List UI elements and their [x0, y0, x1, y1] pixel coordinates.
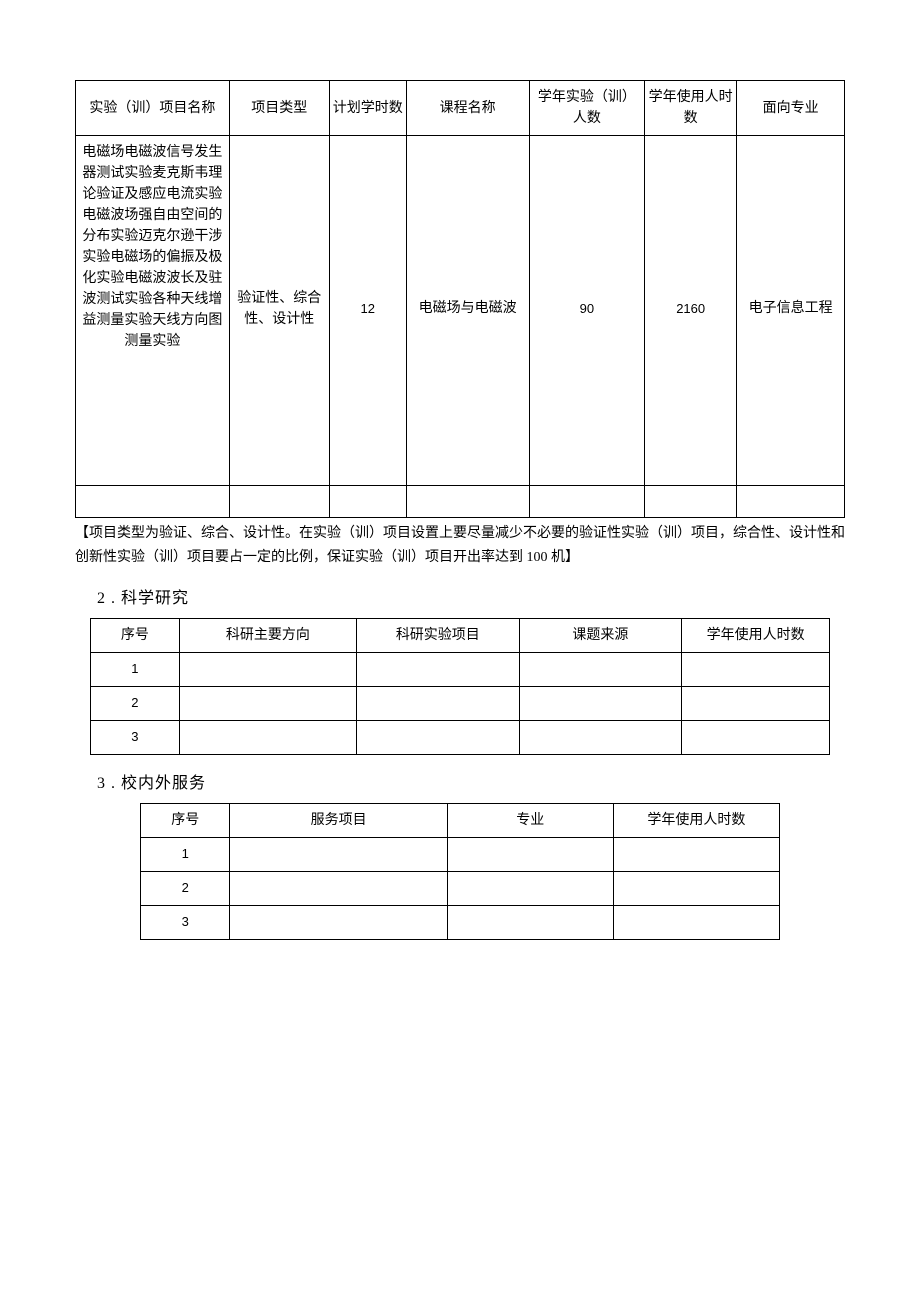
- cell-seq: 2: [141, 871, 230, 905]
- section-title-research: 2 . 科学研究: [97, 584, 845, 608]
- empty-cell: [447, 871, 613, 905]
- col-type: 项目类型: [229, 81, 329, 136]
- research-table: 序号 科研主要方向 科研实验项目 课题来源 学年使用人时数 1 2 3: [90, 618, 830, 755]
- empty-cell: [519, 652, 682, 686]
- empty-cell: [179, 686, 356, 720]
- table-empty-row: [76, 486, 845, 518]
- col-service: 服务项目: [230, 803, 447, 837]
- empty-cell: [613, 905, 779, 939]
- col-seq: 序号: [141, 803, 230, 837]
- col-exp-name: 实验（训）项目名称: [76, 81, 230, 136]
- cell-seq: 3: [141, 905, 230, 939]
- empty-cell: [447, 837, 613, 871]
- col-hours: 计划学时数: [329, 81, 406, 136]
- experiment-table: 实验（训）项目名称 项目类型 计划学时数 课程名称 学年实验（训）人数 学年使用…: [75, 80, 845, 518]
- empty-cell: [230, 905, 447, 939]
- empty-cell: [529, 486, 644, 518]
- cell-type: 验证性、综合性、设计性: [229, 136, 329, 486]
- empty-cell: [682, 720, 830, 754]
- cell-seq: 1: [91, 652, 180, 686]
- empty-cell: [682, 686, 830, 720]
- empty-cell: [613, 871, 779, 905]
- col-project: 科研实验项目: [357, 618, 520, 652]
- empty-cell: [645, 486, 737, 518]
- empty-cell: [230, 871, 447, 905]
- empty-cell: [230, 837, 447, 871]
- table-row: 3: [91, 720, 830, 754]
- cell-seq: 3: [91, 720, 180, 754]
- cell-seq: 1: [141, 837, 230, 871]
- table-row: 1: [91, 652, 830, 686]
- col-major: 专业: [447, 803, 613, 837]
- table-row: 2: [141, 871, 780, 905]
- table-header-row: 序号 科研主要方向 科研实验项目 课题来源 学年使用人时数: [91, 618, 830, 652]
- cell-exp-name: 电磁场电磁波信号发生器测试实验麦克斯韦理论验证及感应电流实验电磁波场强自由空间的…: [76, 136, 230, 486]
- section-title-service: 3 . 校内外服务: [97, 769, 845, 793]
- table-row: 1: [141, 837, 780, 871]
- col-seq: 序号: [91, 618, 180, 652]
- empty-cell: [682, 652, 830, 686]
- table-header-row: 实验（训）项目名称 项目类型 计划学时数 课程名称 学年实验（训）人数 学年使用…: [76, 81, 845, 136]
- empty-cell: [519, 720, 682, 754]
- col-hours: 学年使用人时数: [613, 803, 779, 837]
- cell-seq: 2: [91, 686, 180, 720]
- empty-cell: [613, 837, 779, 871]
- empty-cell: [519, 686, 682, 720]
- note-text: 【项目类型为验证、综合、设计性。在实验（训）项目设置上要尽量减少不必要的验证性实…: [75, 522, 845, 570]
- empty-cell: [179, 652, 356, 686]
- empty-cell: [447, 905, 613, 939]
- cell-course: 电磁场与电磁波: [406, 136, 529, 486]
- table-row: 电磁场电磁波信号发生器测试实验麦克斯韦理论验证及感应电流实验电磁波场强自由空间的…: [76, 136, 845, 486]
- table-row: 3: [141, 905, 780, 939]
- col-people: 学年实验（训）人数: [529, 81, 644, 136]
- empty-cell: [737, 486, 845, 518]
- col-major: 面向专业: [737, 81, 845, 136]
- cell-hours: 12: [329, 136, 406, 486]
- col-hours: 学年使用人时数: [682, 618, 830, 652]
- empty-cell: [357, 686, 520, 720]
- table-header-row: 序号 服务项目 专业 学年使用人时数: [141, 803, 780, 837]
- empty-cell: [406, 486, 529, 518]
- empty-cell: [179, 720, 356, 754]
- col-course: 课程名称: [406, 81, 529, 136]
- table-row: 2: [91, 686, 830, 720]
- empty-cell: [76, 486, 230, 518]
- empty-cell: [229, 486, 329, 518]
- empty-cell: [329, 486, 406, 518]
- col-direction: 科研主要方向: [179, 618, 356, 652]
- col-person-hours: 学年使用人时数: [645, 81, 737, 136]
- empty-cell: [357, 652, 520, 686]
- service-table: 序号 服务项目 专业 学年使用人时数 1 2 3: [140, 803, 780, 940]
- col-source: 课题来源: [519, 618, 682, 652]
- cell-person-hours: 2160: [645, 136, 737, 486]
- cell-people: 90: [529, 136, 644, 486]
- cell-major: 电子信息工程: [737, 136, 845, 486]
- empty-cell: [357, 720, 520, 754]
